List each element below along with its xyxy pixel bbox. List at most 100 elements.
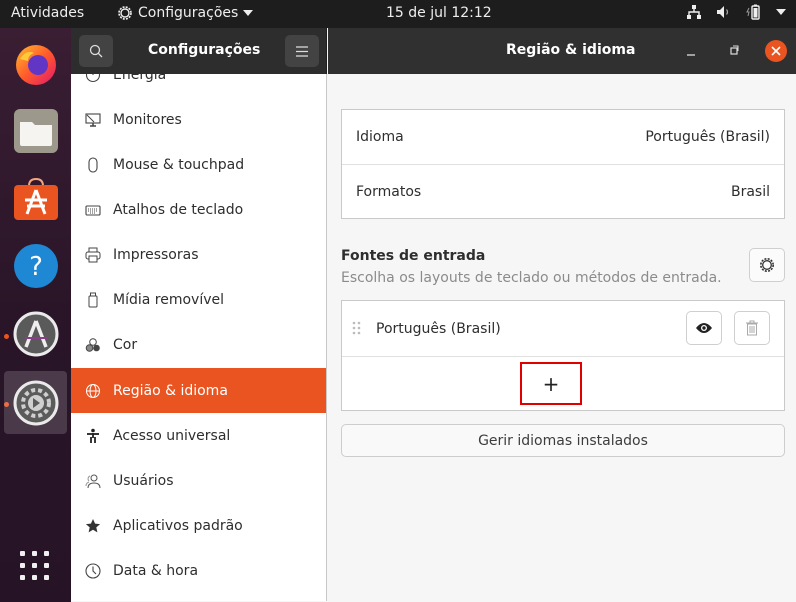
clock-icon <box>85 562 101 579</box>
region-language-panel: Idioma Português (Brasil) Formatos Brasi… <box>328 74 796 602</box>
sidebar-item-label: Usuários <box>113 472 174 489</box>
dock-item-updater[interactable] <box>4 302 67 365</box>
input-source-label: Português (Brasil) <box>376 320 501 337</box>
formats-value: Brasil <box>730 184 770 200</box>
manage-languages-button[interactable]: Gerir idiomas instalados <box>341 424 785 457</box>
svg-text:?: ? <box>29 252 43 282</box>
preview-layout-button[interactable] <box>686 311 722 345</box>
minimize-button[interactable] <box>683 42 701 60</box>
input-sources-options-button[interactable] <box>749 248 785 282</box>
sidebar-item-label: Mídia removível <box>113 291 225 308</box>
dock: ? <box>0 28 71 602</box>
network-icon <box>687 5 701 19</box>
system-menu-arrow-icon <box>776 9 786 15</box>
drag-handle-icon[interactable] <box>352 321 362 337</box>
gear-icon <box>760 258 774 272</box>
settings-window: Configurações Região & idioma Energia Mo… <box>71 28 796 602</box>
battery-icon <box>746 4 760 20</box>
software-updater-icon <box>13 311 58 356</box>
sidebar-item-label: Cor <box>113 336 138 353</box>
settings-icon <box>13 380 58 425</box>
search-button[interactable] <box>79 35 113 67</box>
sidebar-header: Configurações <box>71 28 327 74</box>
app-grid-icon <box>20 551 49 580</box>
dock-item-help[interactable]: ? <box>4 234 67 297</box>
system-tray[interactable] <box>686 4 786 20</box>
software-center-icon <box>13 177 58 220</box>
sidebar-item-acesso[interactable]: Acesso universal <box>71 413 326 458</box>
formats-label: Formatos <box>356 184 422 200</box>
app-menu-label: Configurações <box>138 5 239 21</box>
app-menu[interactable]: Configurações <box>117 5 254 21</box>
sidebar-item-label: Mouse & touchpad <box>113 156 245 173</box>
sidebar-item-regiao[interactable]: Região & idioma <box>71 368 326 413</box>
search-icon <box>89 44 103 58</box>
activities-button[interactable]: Atividades <box>11 5 84 21</box>
help-icon: ? <box>13 243 58 288</box>
sidebar-item-usuarios[interactable]: Usuários <box>71 458 326 503</box>
mouse-icon <box>88 156 98 173</box>
remove-source-button[interactable] <box>734 311 770 345</box>
sidebar-item-label: Atalhos de teclado <box>113 201 244 218</box>
close-button[interactable] <box>765 40 787 62</box>
dock-item-firefox[interactable] <box>4 31 67 94</box>
sidebar-item-label: Data & hora <box>113 562 199 579</box>
clock[interactable]: 15 de jul 12:12 <box>386 5 492 21</box>
sidebar-item-label: Região & idioma <box>113 382 228 399</box>
power-icon <box>85 74 101 82</box>
add-input-source-button[interactable]: + <box>520 362 582 405</box>
sidebar-item-monitores[interactable]: Monitores <box>71 97 326 142</box>
accessibility-icon <box>87 428 99 443</box>
chevron-down-icon <box>243 10 254 16</box>
hamburger-menu-icon <box>296 45 308 57</box>
usb-icon <box>88 292 98 307</box>
volume-icon <box>717 6 729 18</box>
firefox-icon <box>15 44 56 85</box>
divider <box>342 356 784 357</box>
page-title: Região & idioma <box>506 42 636 58</box>
maximize-icon <box>730 45 739 55</box>
keyboard-icon <box>85 204 101 216</box>
input-sources-subtitle: Escolha os layouts de teclado ou métodos… <box>341 270 722 286</box>
dock-item-files[interactable] <box>4 99 67 162</box>
input-sources-title: Fontes de entrada <box>341 248 486 264</box>
display-icon <box>85 112 101 127</box>
sidebar-title: Configurações <box>148 42 261 58</box>
sidebar-item-label: Monitores <box>113 111 182 128</box>
sidebar-item-atalhos[interactable]: Atalhos de teclado <box>71 187 326 232</box>
sidebar-item-label: Energia <box>113 74 167 83</box>
dock-item-settings[interactable] <box>4 371 67 434</box>
sidebar-item-data[interactable]: Data & hora <box>71 548 326 593</box>
close-icon <box>771 46 781 56</box>
formats-row[interactable]: Formatos Brasil <box>342 165 784 219</box>
globe-icon <box>86 383 100 398</box>
minimize-icon <box>687 54 695 56</box>
users-icon <box>85 474 101 488</box>
language-value: Português (Brasil) <box>645 129 770 145</box>
sidebar-item-cor[interactable]: Cor <box>71 322 326 367</box>
sidebar-item-midia[interactable]: Mídia removível <box>71 277 326 322</box>
trash-icon <box>746 320 758 336</box>
content-header: Região & idioma <box>328 28 796 74</box>
language-label: Idioma <box>356 129 404 145</box>
sidebar[interactable]: Energia Monitores Mouse & touchpad Atalh… <box>71 74 327 601</box>
show-applications-button[interactable] <box>19 550 51 582</box>
sidebar-item-label: Acesso universal <box>113 427 231 444</box>
eye-icon <box>696 323 712 333</box>
sidebar-item-label: Aplicativos padrão <box>113 517 243 534</box>
printer-icon <box>85 247 101 262</box>
files-icon <box>13 108 58 153</box>
maximize-button[interactable] <box>726 42 744 60</box>
color-icon <box>85 337 100 352</box>
sidebar-item-energia[interactable]: Energia <box>71 74 326 97</box>
settings-gear-icon <box>118 6 132 20</box>
star-icon <box>85 518 101 532</box>
menu-button[interactable] <box>285 35 319 67</box>
language-row[interactable]: Idioma Português (Brasil) <box>342 110 784 164</box>
sidebar-item-label: Impressoras <box>113 246 199 263</box>
dock-item-software[interactable] <box>4 167 67 230</box>
sidebar-item-mouse[interactable]: Mouse & touchpad <box>71 142 326 187</box>
sidebar-item-aplicativos[interactable]: Aplicativos padrão <box>71 503 326 548</box>
sidebar-item-impressoras[interactable]: Impressoras <box>71 232 326 277</box>
language-formats-card: Idioma Português (Brasil) Formatos Brasi… <box>341 109 785 219</box>
